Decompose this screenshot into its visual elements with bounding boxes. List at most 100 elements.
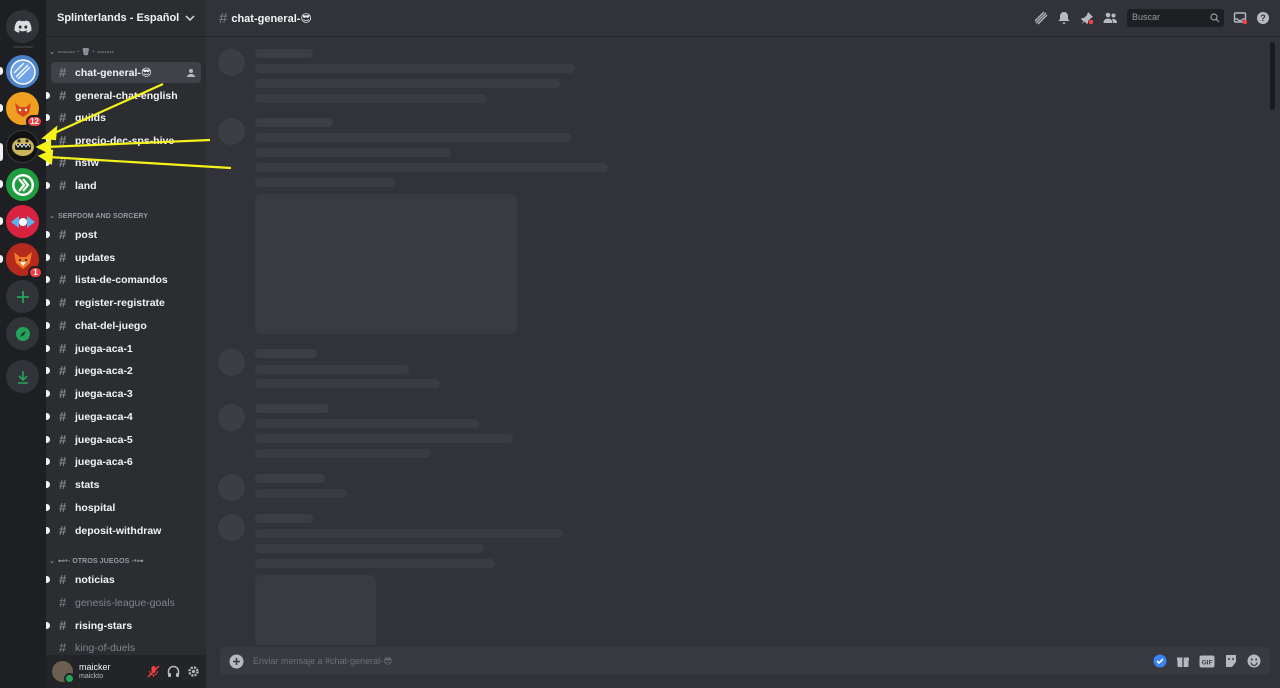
channel-item[interactable]: # juega-aca-2 [46,360,201,381]
message-list [206,37,1280,645]
channel-item[interactable]: # hospital [46,497,201,518]
threads-icon[interactable] [1034,11,1048,25]
channel-item[interactable]: # juega-aca-4 [46,406,201,427]
channel-item[interactable]: # general-chat-english [46,85,201,106]
skeleton-embed [255,575,376,645]
skeleton-line [255,64,575,73]
hashtag-icon: # [59,454,67,469]
unread-indicator [46,92,50,99]
channel-item[interactable]: # register-registrate [46,292,201,313]
channel-item[interactable]: # precio-dec-sps-hive [46,130,201,151]
mention-badge: 12 [26,115,43,128]
channel-item[interactable]: # juega-aca-6 [46,451,201,472]
server-header[interactable]: Splinterlands - Español [46,0,206,37]
skeleton-line [255,49,313,58]
add-server-button[interactable] [6,280,39,313]
hashtag-icon: # [59,572,67,587]
unread-indicator [46,504,50,511]
svg-text:?: ? [1260,13,1266,23]
channel-item[interactable]: # juega-aca-3 [46,383,201,404]
message-input[interactable]: Enviar mensaje a #chat-general-😎 [253,656,392,667]
discord-logo-icon [14,19,31,33]
skeleton-avatar [218,349,245,376]
hashtag-icon: # [59,595,67,610]
channel-item[interactable]: # guilds [46,107,201,128]
hashtag-icon: # [59,409,67,424]
inbox-icon[interactable] [1233,11,1247,25]
server-icon-hive[interactable] [6,168,39,201]
globe-icon [9,58,36,85]
search-icon [1210,13,1220,23]
channel-item[interactable]: # stats [46,474,201,495]
category-header[interactable]: ⌄ SERFDOM AND SORCERY [49,212,148,221]
unread-indicator [46,367,50,374]
gear-icon[interactable] [187,665,200,678]
unread-pill [0,104,3,112]
channel-item[interactable]: # post [46,224,201,245]
channel-item[interactable]: # updates [46,247,201,268]
skeleton-line [255,419,479,428]
skeleton-avatar [218,474,245,501]
skeleton-line [255,514,313,523]
hashtag-icon: # [59,178,67,193]
rail-separator [13,46,33,48]
channel-item[interactable]: # nsfw [46,152,201,173]
discord-home-button[interactable] [6,10,39,43]
nitro-badge-icon[interactable] [1153,654,1167,668]
hashtag-icon: # [59,295,67,310]
channel-item[interactable]: # chat-del-juego [46,315,201,336]
mute-mic-icon[interactable] [147,665,160,678]
hashtag-icon: # [59,363,67,378]
headphones-icon[interactable] [167,665,180,678]
add-member-icon[interactable] [186,68,196,78]
unread-indicator [46,299,50,306]
channel-item[interactable]: # juega-aca-5 [46,429,201,450]
pin-icon[interactable] [1080,11,1094,25]
skeleton-line [255,474,325,483]
hashtag-icon: # [59,618,67,633]
members-icon[interactable] [1103,11,1118,25]
explore-servers-button[interactable] [6,317,39,350]
channel-item[interactable]: # chat-general-😎 [51,62,201,83]
server-icon-splinterlands[interactable] [6,130,39,163]
hashtag-icon: # [59,65,67,80]
server-icon-2[interactable]: 12 [6,92,43,128]
category-header[interactable]: ⌄ ------- · 🗑 · ------- [49,48,114,56]
download-icon [17,370,28,384]
channel-item[interactable]: # rising-stars [46,615,201,636]
hashtag-icon: # [59,318,67,333]
avatar[interactable] [52,661,75,684]
bell-icon[interactable] [1057,11,1071,25]
scrollbar[interactable] [1270,42,1275,110]
channel-item[interactable]: # noticias [46,569,201,590]
download-apps-button[interactable] [6,360,39,393]
server-icon-5[interactable] [6,205,39,238]
help-icon[interactable]: ? [1256,11,1270,25]
search-input[interactable]: Buscar [1127,9,1224,27]
skeleton-line [255,544,484,553]
server-icon-1[interactable] [6,55,39,88]
server-rail: 12 1 [0,0,46,688]
skeleton-line [255,529,563,538]
channel-list: ⌄ ------- · 🗑 · ------- # chat-general-😎 #… [46,40,206,655]
message-composer[interactable]: Enviar mensaje a #chat-general-😎 GIF [220,647,1270,675]
channel-item[interactable]: # lista-de-comandos [46,269,201,290]
unread-indicator [46,345,50,352]
channel-header-bar: # chat-general-😎 Buscar ? [206,0,1280,37]
gif-icon[interactable]: GIF [1199,655,1215,668]
channel-item[interactable]: # juega-aca-1 [46,338,201,359]
hashtag-icon: # [59,250,67,265]
unread-indicator [46,527,50,534]
emoji-icon[interactable] [1247,654,1261,668]
channel-item[interactable]: # land [46,175,201,196]
server-icon-6[interactable]: 1 [6,243,43,279]
gift-icon[interactable] [1176,654,1190,668]
category-header[interactable]: ⌄ ⊷•◦ OTROS JUEGOS ◦•⊶ [49,557,144,565]
sticker-icon[interactable] [1224,654,1238,668]
add-attachment-icon[interactable] [229,654,244,669]
channel-item[interactable]: # genesis-league-goals [51,592,201,613]
channel-item[interactable]: # deposit-withdraw [46,520,201,541]
skeleton-avatar [218,514,245,541]
channel-item[interactable]: # king-of-duels [51,637,201,655]
skeleton-line [255,118,333,127]
